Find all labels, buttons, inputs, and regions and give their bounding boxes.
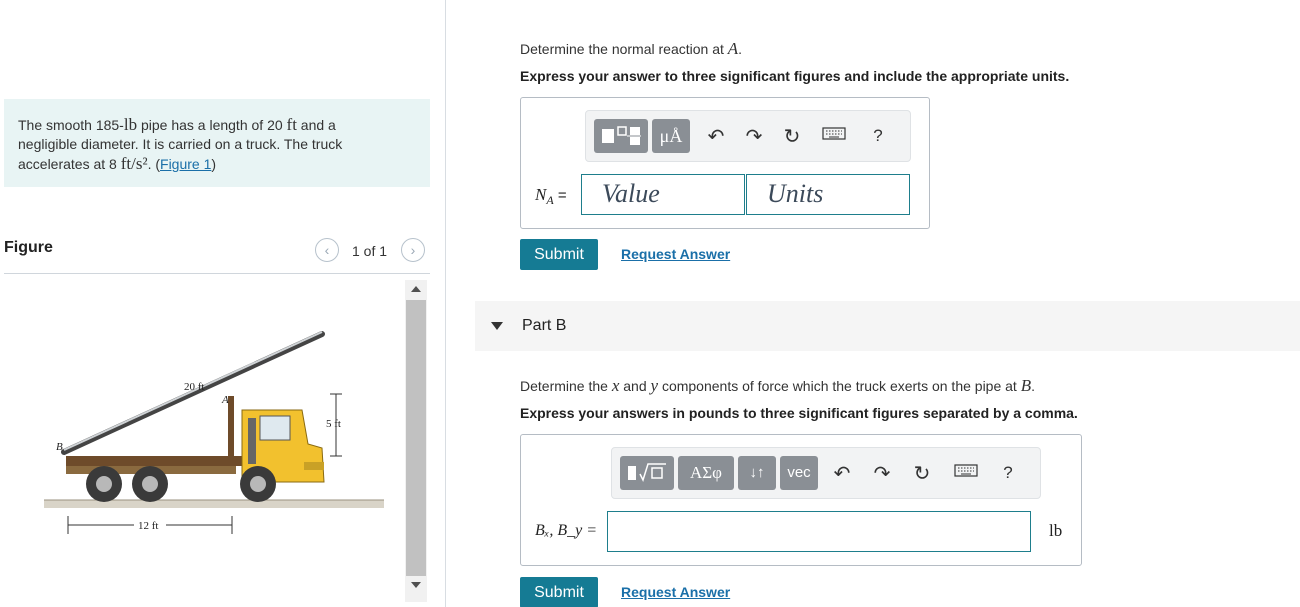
- value-placeholder: Value: [602, 179, 660, 208]
- problem-text: and a: [296, 117, 336, 133]
- part-a-answer-box: μÅ ↶ ↷ ↻ ? NA = Value Units: [520, 97, 930, 229]
- figure-scrollbar[interactable]: [405, 280, 427, 602]
- part-a-prompt: Determine the normal reaction at A.: [520, 39, 742, 59]
- part-b-header[interactable]: [475, 301, 1300, 351]
- problem-unit-ft: ft: [286, 115, 297, 134]
- undo-icon[interactable]: ↶: [830, 461, 854, 486]
- figure-image: 20 ft A B 5 ft 12 ft: [4, 276, 404, 596]
- part-a-submit-button[interactable]: Submit: [520, 239, 598, 270]
- figure-title: Figure: [4, 239, 53, 256]
- part-b-prompt: Determine the x and y components of forc…: [520, 376, 1035, 396]
- part-b-answer-box: ΑΣφ ↓↑ vec ↶ ↷ ↻ ? Bₓ, B_y = lb: [520, 434, 1082, 566]
- figure-link[interactable]: Figure 1: [160, 156, 211, 172]
- prompt-text: .: [738, 41, 743, 57]
- problem-text: pipe has a length of 20: [137, 117, 287, 133]
- part-b-title[interactable]: Part B: [522, 317, 566, 335]
- right-panel: Determine the normal reaction at A. Expr…: [447, 0, 1300, 607]
- problem-text: ): [211, 156, 217, 172]
- problem-text: . (: [147, 156, 161, 172]
- reset-icon[interactable]: ↻: [780, 124, 804, 149]
- prompt-text: Determine the normal reaction at: [520, 41, 728, 57]
- scroll-thumb[interactable]: [406, 300, 426, 576]
- problem-line-2: negligible diameter. It is carried on a …: [18, 136, 343, 152]
- problem-text: The smooth 185-: [18, 117, 124, 133]
- problem-unit-accel: ft/s²: [120, 154, 148, 173]
- arrows-button[interactable]: ↓↑: [738, 456, 776, 490]
- redo-icon[interactable]: ↷: [870, 461, 894, 486]
- part-b-toolbar: ΑΣφ ↓↑ vec ↶ ↷ ↻ ?: [611, 447, 1041, 499]
- part-b-submit-button[interactable]: Submit: [520, 577, 598, 607]
- prompt-text: components of force which the truck exer…: [658, 378, 1021, 394]
- label-pipe-length: 20 ft: [184, 381, 204, 393]
- undo-icon[interactable]: ↶: [704, 124, 728, 149]
- part-a-request-answer-link[interactable]: Request Answer: [621, 246, 730, 262]
- greek-button[interactable]: ΑΣφ: [678, 456, 734, 490]
- figure-counter: 1 of 1: [352, 243, 388, 259]
- scroll-down-icon[interactable]: [411, 582, 421, 588]
- label-height: 5 ft: [326, 418, 341, 430]
- label-n-sub: A: [546, 193, 554, 207]
- value-input[interactable]: Value: [581, 174, 745, 215]
- redo-icon[interactable]: ↷: [742, 124, 766, 149]
- label-distance: 12 ft: [138, 520, 158, 532]
- problem-line-1: The smooth 185-lb pipe has a length of 2…: [18, 115, 416, 135]
- part-b-label: Bₓ, B_y =: [535, 522, 597, 539]
- truck-pipe-diagram: 20 ft A B 5 ft 12 ft: [44, 331, 384, 534]
- units-placeholder: Units: [767, 179, 824, 208]
- prompt-var-y: y: [650, 376, 659, 395]
- problem-line-3: accelerates at 8 ft/s². (Figure 1): [18, 154, 416, 174]
- label-n: N: [535, 185, 547, 204]
- caret-down-icon[interactable]: [491, 322, 503, 330]
- templates-sqrt-icon[interactable]: [620, 456, 674, 490]
- help-icon[interactable]: ?: [866, 126, 890, 146]
- ground: [44, 500, 384, 508]
- label-equals: =: [557, 187, 567, 204]
- help-icon[interactable]: ?: [996, 463, 1020, 483]
- vec-button[interactable]: vec: [780, 456, 818, 490]
- prompt-var-a: A: [727, 39, 739, 58]
- left-panel: The smooth 185-lb pipe has a length of 2…: [0, 0, 446, 607]
- chevron-right-icon[interactable]: ›: [401, 238, 425, 262]
- keyboard-icon[interactable]: [954, 460, 978, 486]
- problem-text: accelerates at 8: [18, 156, 121, 172]
- part-a-label: NA =: [535, 185, 567, 208]
- reset-icon[interactable]: ↻: [910, 461, 934, 486]
- prompt-text: .: [1031, 378, 1035, 394]
- units-button[interactable]: μÅ: [652, 119, 690, 153]
- part-a-toolbar: μÅ ↶ ↷ ↻ ?: [585, 110, 911, 162]
- prompt-var-b: B: [1020, 376, 1032, 395]
- components-input[interactable]: [607, 511, 1031, 552]
- label-point-a: A: [221, 394, 229, 406]
- problem-statement: The smooth 185-lb pipe has a length of 2…: [4, 99, 430, 187]
- prompt-text: and: [619, 378, 651, 394]
- keyboard-icon[interactable]: [822, 123, 846, 149]
- chevron-left-icon[interactable]: ‹: [315, 238, 339, 262]
- unit-label-lb: lb: [1049, 521, 1063, 540]
- part-b-instruction: Express your answers in pounds to three …: [520, 405, 1078, 421]
- scroll-up-icon[interactable]: [411, 286, 421, 292]
- prompt-text: Determine the: [520, 378, 612, 394]
- post-a: [228, 396, 234, 458]
- part-a-instruction: Express your answer to three significant…: [520, 68, 1070, 84]
- part-b-request-answer-link[interactable]: Request Answer: [621, 584, 730, 600]
- templates-icon[interactable]: [594, 119, 648, 153]
- figure-header: Figure ‹ 1 of 1 ›: [4, 236, 430, 274]
- problem-unit-lb: lb: [123, 115, 138, 134]
- label-point-b: B: [56, 441, 63, 453]
- units-input[interactable]: Units: [746, 174, 910, 215]
